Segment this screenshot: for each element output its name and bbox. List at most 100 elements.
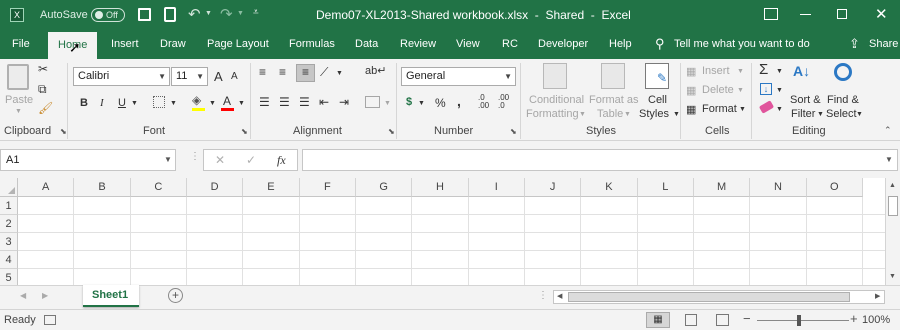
sheet-tab-active[interactable]: Sheet1 <box>83 285 139 307</box>
vertical-scroll-thumb[interactable] <box>888 196 898 216</box>
sort-filter-label2[interactable]: Filter <box>791 108 815 120</box>
zoom-out-icon[interactable]: − <box>743 311 751 326</box>
ribbon-display-options-icon[interactable] <box>764 8 778 20</box>
zoom-slider-thumb[interactable] <box>797 315 801 326</box>
currency-dropdown-icon[interactable]: ▼ <box>418 100 425 107</box>
format-dropdown-icon[interactable]: ▼ <box>739 106 746 113</box>
redo-dropdown-icon[interactable]: ▼ <box>237 10 244 17</box>
column-header-n[interactable]: N <box>750 178 807 197</box>
column-header-l[interactable]: L <box>637 178 694 197</box>
share-icon[interactable]: ⇪ <box>849 36 860 52</box>
format-painter-icon[interactable]: 🖌 <box>38 101 53 115</box>
row-header-4[interactable]: 4 <box>0 251 18 269</box>
underline-button[interactable]: U <box>118 97 126 109</box>
number-format-combo[interactable]: General ▼ <box>401 67 516 86</box>
font-color-button[interactable]: A <box>223 94 231 108</box>
delete-cells-button[interactable]: Delete <box>702 84 734 96</box>
comma-button[interactable]: , <box>457 93 461 109</box>
top-align-icon[interactable]: ≡ <box>259 65 266 79</box>
borders-icon[interactable] <box>153 96 165 108</box>
undo-icon[interactable]: ↶ <box>188 5 201 23</box>
decrease-indent-icon[interactable]: ⇤ <box>319 95 329 109</box>
scroll-left-icon[interactable]: ◀ <box>557 292 562 300</box>
page-break-view-icon[interactable] <box>716 314 729 326</box>
align-left-icon[interactable]: ☰ <box>259 95 270 109</box>
wrap-text-icon[interactable]: ab↵ <box>365 64 386 77</box>
insert-cells-icon[interactable]: ▦ <box>686 65 696 78</box>
font-name-combo[interactable]: Calibri ▼ <box>73 67 170 86</box>
scroll-down-icon[interactable]: ▼ <box>889 273 896 280</box>
format-as-table-dropdown-icon[interactable]: ▼ <box>624 111 631 118</box>
macro-recording-icon[interactable] <box>44 315 56 325</box>
font-size-combo[interactable]: 11 ▼ <box>171 67 208 86</box>
row-header-3[interactable]: 3 <box>0 233 18 251</box>
delete-cells-icon[interactable]: ▦ <box>686 84 696 97</box>
share-button[interactable]: Share <box>869 30 898 59</box>
autosave-toggle[interactable]: Off <box>91 8 125 22</box>
merge-center-icon[interactable] <box>365 96 380 108</box>
conditional-formatting-icon[interactable] <box>543 63 567 89</box>
redo-icon[interactable]: ↷ <box>220 5 233 23</box>
align-center-icon[interactable]: ☰ <box>279 95 290 109</box>
customize-qat-icon[interactable]: ⩡ <box>253 7 259 18</box>
decrease-font-button[interactable]: A <box>231 71 238 82</box>
bold-button[interactable]: B <box>80 97 88 109</box>
horizontal-scroll-thumb[interactable] <box>568 292 850 302</box>
increase-indent-icon[interactable]: ⇥ <box>339 95 349 109</box>
column-header-m[interactable]: M <box>693 178 751 197</box>
cut-icon[interactable]: ✂ <box>38 62 48 76</box>
expand-formula-bar-icon[interactable]: ▼ <box>885 155 893 164</box>
insert-function-icon[interactable]: fx <box>277 153 286 168</box>
tab-rc[interactable]: RC <box>502 30 518 59</box>
row-header-1[interactable]: 1 <box>0 197 18 215</box>
find-select-label1[interactable]: Find & <box>827 94 859 106</box>
cell-styles-dropdown-icon[interactable]: ▼ <box>673 111 680 118</box>
bottom-align-icon[interactable]: ≡ <box>296 64 315 82</box>
format-cells-icon[interactable]: ▦ <box>686 103 696 116</box>
cell-styles-label1[interactable]: Cell <box>648 94 667 106</box>
format-as-table-icon[interactable] <box>601 63 625 89</box>
column-header-g[interactable]: G <box>355 178 413 197</box>
merge-dropdown-icon[interactable]: ▼ <box>384 100 391 107</box>
fill-color-dropdown-icon[interactable]: ▼ <box>209 100 216 107</box>
zoom-in-icon[interactable]: + <box>850 311 858 326</box>
column-header-d[interactable]: D <box>186 178 244 197</box>
column-header-h[interactable]: H <box>412 178 469 197</box>
row-header-2[interactable]: 2 <box>0 215 18 233</box>
delete-dropdown-icon[interactable]: ▼ <box>737 87 744 94</box>
conditional-dropdown-icon[interactable]: ▼ <box>579 111 586 118</box>
formula-input[interactable]: ▼ <box>302 149 898 171</box>
percent-button[interactable]: % <box>435 96 446 110</box>
clear-dropdown-icon[interactable]: ▼ <box>776 106 783 113</box>
enter-icon[interactable]: ✓ <box>246 153 256 167</box>
column-header-b[interactable]: B <box>74 178 131 197</box>
fill-color-icon[interactable]: ◈ <box>192 93 201 107</box>
save-icon[interactable] <box>138 8 151 21</box>
number-format-dropdown-icon[interactable]: ▼ <box>504 68 512 85</box>
scroll-right-icon[interactable]: ▶ <box>875 292 880 300</box>
format-as-table-label2[interactable]: Table <box>597 108 623 120</box>
format-cells-button[interactable]: Format <box>702 103 737 115</box>
increase-decimal-button[interactable]: .0 .00 <box>478 94 496 110</box>
maximize-icon[interactable] <box>837 9 847 19</box>
tab-review[interactable]: Review <box>400 30 436 59</box>
number-launcher-icon[interactable]: ⬊ <box>510 127 517 136</box>
tab-draw[interactable]: Draw <box>160 30 186 59</box>
underline-dropdown-icon[interactable]: ▼ <box>131 100 138 107</box>
cancel-icon[interactable]: ✕ <box>215 153 225 167</box>
touch-mode-icon[interactable] <box>164 7 176 22</box>
italic-button[interactable]: I <box>100 97 104 109</box>
formula-bar-grip-icon[interactable]: ⋮ <box>190 151 200 162</box>
font-launcher-icon[interactable]: ⬊ <box>241 127 248 136</box>
tab-formulas[interactable]: Formulas <box>289 30 335 59</box>
scroll-up-icon[interactable]: ▲ <box>889 182 896 189</box>
sort-filter-label1[interactable]: Sort & <box>790 94 821 106</box>
align-right-icon[interactable]: ☰ <box>299 95 310 109</box>
font-size-dropdown-icon[interactable]: ▼ <box>196 68 204 85</box>
format-as-table-label1[interactable]: Format as <box>589 94 639 106</box>
font-name-dropdown-icon[interactable]: ▼ <box>158 68 166 85</box>
tab-split-grip-icon[interactable]: ⋮ <box>538 290 548 301</box>
tab-developer[interactable]: Developer <box>538 30 588 59</box>
zoom-level[interactable]: 100% <box>862 314 890 326</box>
tell-me-box[interactable]: Tell me what you want to do <box>674 30 810 59</box>
